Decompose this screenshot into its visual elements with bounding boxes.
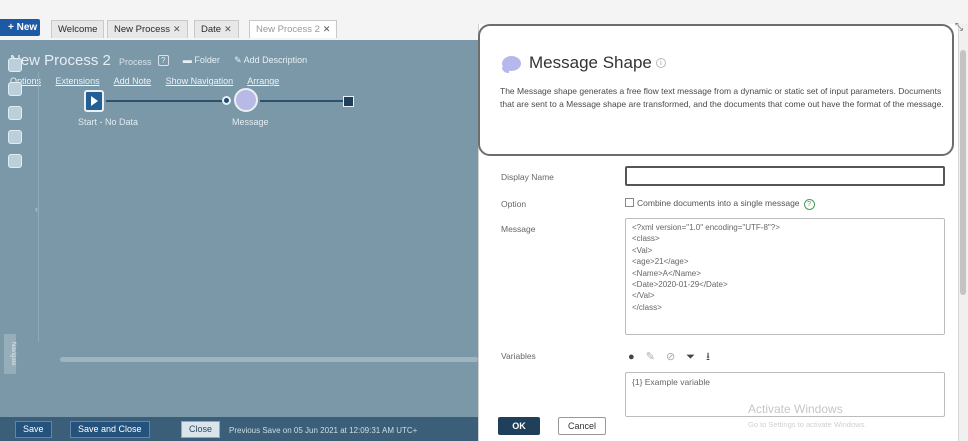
menu-show-navigation[interactable]: Show Navigation [166, 76, 234, 86]
database-icon[interactable] [8, 154, 22, 168]
end-connector[interactable] [343, 96, 354, 107]
ok-button[interactable]: OK [498, 417, 540, 435]
add-description-link[interactable]: ✎ Add Description [234, 55, 307, 65]
connector-line [260, 100, 344, 102]
combine-documents-label: Combine documents into a single message [637, 198, 800, 208]
horizontal-scrollbar[interactable] [60, 357, 478, 362]
message-line: <Name>A</Name> [632, 268, 701, 278]
filter-icon[interactable]: ⏷ [686, 351, 695, 364]
connector-dot[interactable] [222, 96, 231, 105]
connector-line [106, 100, 224, 102]
add-description-label: Add Description [243, 55, 308, 65]
last-saved-status: Previous Save on 05 Jun 2021 at 12:09:31… [229, 426, 418, 435]
process-menu: Options Extensions Add Note Show Navigat… [10, 76, 291, 86]
message-shape[interactable] [234, 88, 258, 112]
start-shape-label: Start - No Data [78, 117, 139, 127]
option-label: Option [501, 199, 527, 209]
highlight-outline [478, 24, 954, 156]
activation-watermark-subtitle: Go to Settings to activate Windows. [748, 420, 867, 429]
cancel-button[interactable]: Cancel [558, 417, 606, 435]
activation-watermark: Activate Windows [748, 402, 843, 416]
collapse-arrow-icon[interactable]: ‹ [35, 204, 38, 214]
start-shape[interactable] [84, 90, 104, 112]
shape-icon[interactable] [8, 130, 22, 144]
process-type-label: Process [119, 57, 152, 67]
variables-label: Variables [501, 351, 536, 361]
message-shape-label: Message [232, 117, 269, 127]
menu-add-note[interactable]: Add Note [114, 76, 152, 86]
message-line: </Val> [632, 291, 655, 301]
tab-new-process[interactable]: New Process ✕ [107, 20, 188, 38]
menu-arrange[interactable]: Arrange [247, 76, 279, 86]
message-line: <Date>2020-01-29</Date> [632, 280, 728, 290]
message-line: </class> [632, 302, 662, 312]
message-line: <class> [632, 234, 660, 244]
tab-label: New Process [114, 24, 170, 35]
combine-documents-option[interactable]: Combine documents into a single message? [625, 198, 815, 210]
message-textarea[interactable]: <?xml version="1.0" encoding="UTF-8"?> <… [625, 218, 945, 335]
process-title-row: New Process 2 Process ? ▬ Folder ✎ Add D… [10, 52, 307, 69]
scrollbar-thumb[interactable] [960, 50, 966, 295]
navigator-tab[interactable]: Navigate [4, 334, 16, 374]
tab-label: New Process 2 [256, 24, 320, 35]
tab-date[interactable]: Date ✕ [194, 20, 239, 38]
save-button[interactable]: Save [15, 421, 52, 438]
message-line: <?xml version="1.0" encoding="UTF-8"?> [632, 223, 780, 232]
delete-icon[interactable]: ⊘ [666, 350, 675, 363]
close-icon[interactable]: ✕ [224, 24, 232, 34]
export-icon[interactable]: ⭳ [706, 348, 710, 367]
tab-label: Welcome [58, 24, 98, 35]
message-line: <Val> [632, 245, 653, 255]
close-button[interactable]: Close [181, 421, 221, 438]
resize-icon[interactable]: ⤡ [955, 22, 963, 33]
list-item[interactable]: {1} Example variable [632, 377, 938, 387]
display-name-field[interactable] [625, 166, 945, 186]
help-icon[interactable]: ? [803, 199, 815, 210]
tab-new-process-2[interactable]: New Process 2 ✕ [249, 20, 338, 38]
add-icon[interactable]: ● [628, 351, 635, 363]
display-name-label: Display Name [501, 172, 554, 182]
close-icon[interactable]: ✕ [173, 24, 181, 34]
message-label: Message [501, 224, 536, 234]
close-icon[interactable]: ✕ [323, 24, 331, 34]
save-and-close-button[interactable]: Save and Close [70, 421, 150, 438]
combine-documents-checkbox[interactable] [625, 198, 634, 207]
shape-palette [6, 58, 26, 178]
folder-link[interactable]: ▬ Folder [183, 55, 220, 65]
bottom-toolbar: Save Save and Close Close Previous Save … [0, 417, 478, 441]
tab-welcome[interactable]: Welcome [51, 20, 105, 38]
variables-toolbar: ● ✎ ⊘ ⏷ ⭳ [628, 348, 718, 367]
folder-link-label: Folder [194, 55, 220, 65]
tab-label: Date [201, 24, 222, 35]
new-button[interactable]: + New [0, 19, 40, 36]
palette-divider[interactable] [38, 72, 39, 342]
help-icon[interactable]: ? [157, 55, 169, 66]
message-line: <age>21</age> [632, 257, 689, 267]
search-icon[interactable] [8, 58, 22, 72]
connector-icon[interactable] [8, 82, 22, 96]
menu-extensions[interactable]: Extensions [56, 76, 100, 86]
edit-icon[interactable]: ✎ [646, 350, 655, 363]
logic-icon[interactable] [8, 106, 22, 120]
